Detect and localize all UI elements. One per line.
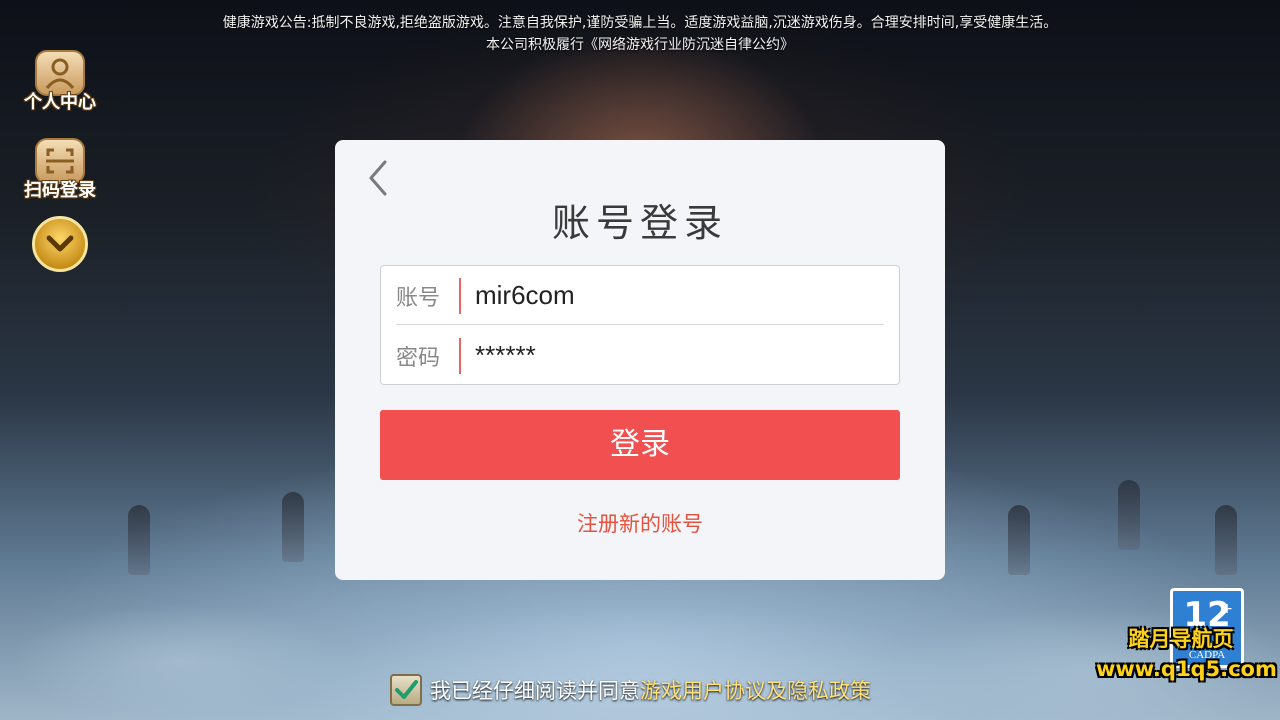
field-separator <box>459 278 461 314</box>
background-figure <box>1008 505 1030 575</box>
background-figure <box>1118 480 1140 550</box>
game-login-screen: 健康游戏公告:抵制不良游戏,拒绝盗版游戏。注意自我保护,谨防受骗上当。适度游戏益… <box>0 0 1280 720</box>
row-divider <box>396 324 884 325</box>
agreement-link[interactable]: 游戏用户协议及隐私政策 <box>640 675 871 705</box>
background-figure <box>282 492 304 562</box>
background-figure <box>128 505 150 575</box>
agreement-checkbox[interactable] <box>390 674 422 706</box>
agreement-text: 我已经仔细阅读并同意 <box>430 679 640 703</box>
personal-center-button[interactable]: 个人中心 <box>18 50 102 114</box>
health-notice-line2: 本公司积极履行《网络游戏行业防沉迷自律公约》 <box>486 37 794 53</box>
login-button[interactable]: 登录 <box>380 410 900 480</box>
checkmark-icon <box>395 680 418 699</box>
password-row: 密码 <box>381 326 899 384</box>
health-notice: 健康游戏公告:抵制不良游戏,拒绝盗版游戏。注意自我保护,谨防受骗上当。适度游戏益… <box>0 12 1280 56</box>
qr-login-label: 扫码登录 <box>24 180 96 201</box>
agreement-row: 我已经仔细阅读并同意 游戏用户协议及隐私政策 <box>390 672 871 708</box>
field-separator <box>459 338 461 374</box>
watermark: 踏月导航页 www.q1q5.com <box>1096 624 1277 684</box>
watermark-line1: 踏月导航页 <box>1128 627 1234 651</box>
account-input[interactable] <box>475 276 875 314</box>
password-label: 密码 <box>396 346 441 371</box>
account-label: 账号 <box>396 286 441 311</box>
register-link[interactable]: 注册新的账号 <box>335 508 945 538</box>
qr-login-button[interactable]: 扫码登录 <box>18 138 102 202</box>
chevron-down-icon <box>46 235 74 252</box>
login-form: 账号 密码 <box>380 265 900 385</box>
background-figure <box>1215 505 1237 575</box>
expand-menu-button[interactable] <box>32 216 88 272</box>
age-rating-plus: + <box>1221 601 1233 617</box>
dialog-title: 账号登录 <box>551 201 728 245</box>
personal-center-label: 个人中心 <box>24 92 96 113</box>
watermark-line2: www.q1q5.com <box>1096 657 1277 681</box>
health-notice-line1: 健康游戏公告:抵制不良游戏,拒绝盗版游戏。注意自我保护,谨防受骗上当。适度游戏益… <box>222 15 1058 31</box>
password-input[interactable] <box>475 336 875 374</box>
account-row: 账号 <box>381 266 899 324</box>
login-dialog: 账号登录 账号 密码 登录 注册新的账号 <box>335 140 945 580</box>
